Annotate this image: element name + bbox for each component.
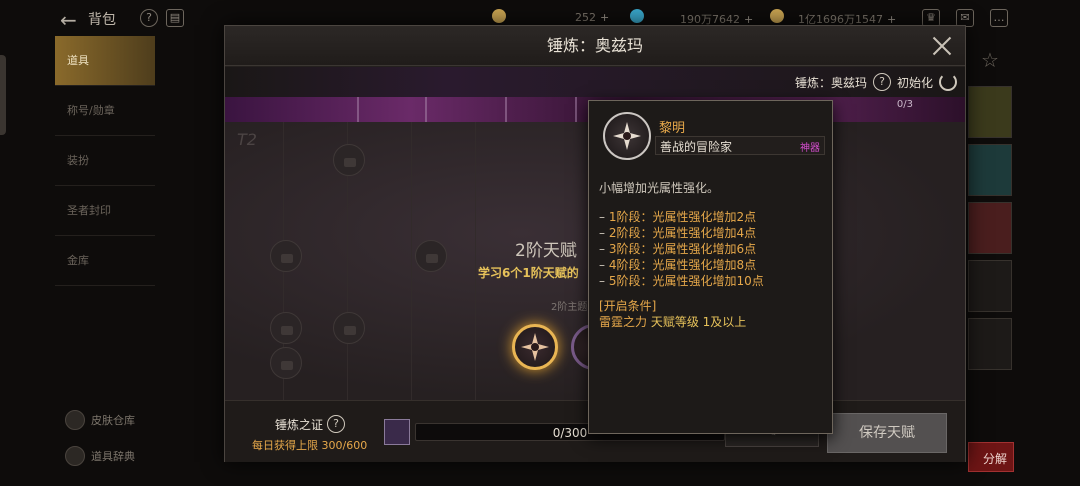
coin-icon <box>492 9 506 23</box>
talent-tag: 神器 <box>800 143 820 154</box>
disassemble-button[interactable]: 分解 <box>968 442 1014 472</box>
daily-limit: 每日获得上限 300/600 <box>252 439 368 452</box>
item-slot[interactable] <box>968 86 1012 138</box>
banner-count: 0/3 <box>896 99 913 110</box>
reset-label[interactable]: 初始化 <box>897 74 933 91</box>
talent-dawn-icon <box>603 112 651 160</box>
item-slot[interactable] <box>968 202 1012 254</box>
modal-subheader: 锤炼：奥兹玛 ? 初始化 <box>225 67 965 97</box>
stage-row: – 5阶段：光属性强化增加10点 <box>599 274 764 288</box>
menu-item-seal[interactable]: 圣者封印 <box>55 186 155 236</box>
grid-line <box>475 122 476 400</box>
help-icon[interactable]: ? <box>327 415 346 433</box>
currency-1-add-button[interactable]: + <box>600 11 609 24</box>
chat-icon[interactable]: … <box>990 9 1008 27</box>
talent-tooltip: 黎明 善战的冒险家 神器 小幅增加光属性强化。 – 1阶段：光属性强化增加2点 –… <box>588 100 833 434</box>
side-handle[interactable] <box>0 55 6 135</box>
skin-storage-icon <box>65 410 85 430</box>
spark-icon <box>613 122 641 150</box>
proof-item-icon[interactable] <box>384 419 410 445</box>
reset-icon[interactable] <box>939 73 957 91</box>
item-slot[interactable] <box>968 318 1012 370</box>
favorite-star-icon[interactable]: ☆ <box>978 48 1002 72</box>
lock-icon <box>333 312 365 344</box>
stage-row: – 1阶段：光属性强化增加2点 <box>599 210 757 224</box>
condition-text: 雷霆之力 天赋等级 1及以上 <box>599 315 747 329</box>
grid-line <box>411 122 412 400</box>
skin-storage-link[interactable]: 皮肤仓库 <box>65 410 135 430</box>
menu-item-items[interactable]: 道具 <box>55 36 155 86</box>
calendar-icon[interactable]: ▤ <box>166 9 184 27</box>
save-talent-button[interactable]: 保存天赋 <box>827 413 947 453</box>
lock-icon <box>270 347 302 379</box>
lock-icon <box>333 144 365 176</box>
talent-stages: – 1阶段：光属性强化增加2点 – 2阶段：光属性强化增加4点 – 3阶段：光属性强… <box>599 209 764 289</box>
tier-mark: T2 <box>237 130 257 149</box>
menu-item-outfit[interactable]: 装扮 <box>55 136 155 186</box>
banner-divider <box>505 97 507 122</box>
stage-row: – 4阶段：光属性强化增加8点 <box>599 258 757 272</box>
item-slot[interactable] <box>968 260 1012 312</box>
tier-title: 2阶天赋 <box>515 241 577 261</box>
modal-title: 锤炼：奥兹玛 <box>225 26 965 66</box>
talent-dawn-icon[interactable] <box>512 324 558 370</box>
spark-icon <box>521 333 549 361</box>
page-title: 背包 <box>88 12 116 28</box>
menu-item-titles[interactable]: 称号/勋章 <box>55 86 155 136</box>
help-icon[interactable]: ? <box>140 9 158 27</box>
talent-subtitle: 善战的冒险家 <box>660 140 733 154</box>
refine-label: 锤炼：奥兹玛 <box>794 75 867 90</box>
condition-title: [开启条件] <box>599 299 657 313</box>
menu-item-vault[interactable]: 金库 <box>55 236 155 286</box>
item-slot[interactable] <box>968 144 1012 196</box>
banner-divider <box>575 97 577 122</box>
back-arrow-icon[interactable]: ← <box>60 8 77 32</box>
currency-1: 252 + <box>575 11 610 24</box>
stage-row: – 3阶段：光属性强化增加6点 <box>599 242 757 256</box>
stage-row: – 2阶段：光属性强化增加4点 <box>599 226 757 240</box>
lock-icon <box>270 240 302 272</box>
right-item-column <box>968 86 1012 376</box>
lock-icon <box>270 312 302 344</box>
left-menu: 道具 称号/勋章 装扮 圣者封印 金库 <box>55 36 155 336</box>
gem-icon <box>630 9 644 23</box>
banner-divider <box>425 97 427 122</box>
item-dictionary-link[interactable]: 道具辞典 <box>65 446 135 466</box>
help-icon[interactable]: ? <box>872 73 891 91</box>
banner-divider <box>357 97 359 122</box>
gold-icon <box>770 9 784 23</box>
talent-description: 小幅增加光属性强化。 <box>599 181 720 195</box>
dictionary-icon <box>65 446 85 466</box>
talent-subtitle-row: 善战的冒险家 神器 <box>655 136 825 155</box>
close-icon[interactable] <box>931 35 953 57</box>
tier-requirement: 学习6个1阶天赋的 <box>478 266 579 280</box>
talent-name: 黎明 <box>659 121 686 136</box>
tier-note: 2阶主题 <box>551 302 588 313</box>
lock-icon <box>415 240 447 272</box>
proof-label: 锤炼之证 ? <box>275 415 346 433</box>
